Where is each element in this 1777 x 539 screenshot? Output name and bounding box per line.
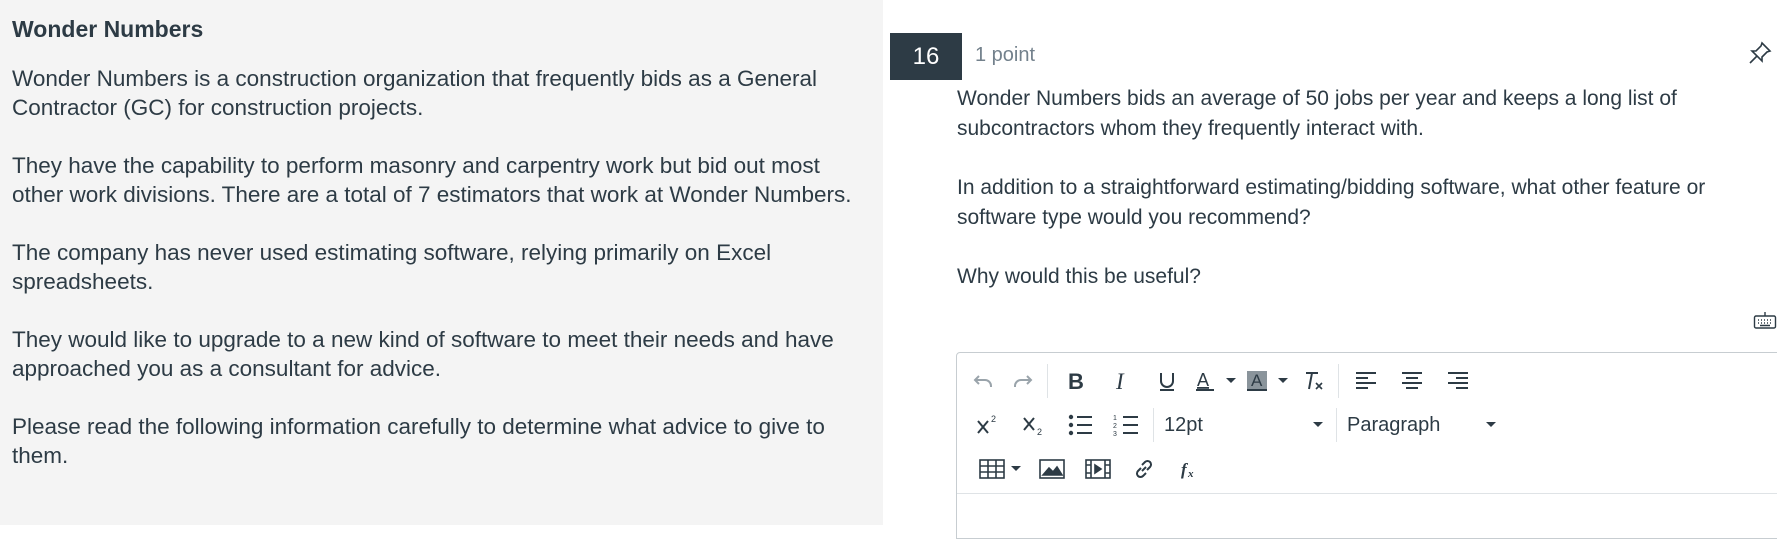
keyboard-shortcuts-icon[interactable] [1753,310,1777,332]
svg-text:2: 2 [1037,427,1042,437]
svg-text:x: x [1187,468,1194,480]
font-size-select[interactable]: 12pt [1158,408,1332,442]
media-icon[interactable] [1075,452,1121,486]
numbered-list-icon[interactable]: 123 [1103,408,1149,442]
svg-text:3: 3 [1113,431,1117,437]
svg-text:2: 2 [1113,423,1117,430]
align-center-icon[interactable] [1389,364,1435,398]
chevron-down-icon [1313,422,1323,427]
font-size-value: 12pt [1164,413,1203,436]
question-number-badge: 16 [890,33,962,80]
redo-icon[interactable] [1003,364,1043,398]
align-right-icon[interactable] [1435,364,1481,398]
svg-text:I: I [1115,370,1125,392]
question-paragraph: Wonder Numbers bids an average of 50 job… [957,87,1677,140]
block-format-select[interactable]: Paragraph [1341,408,1505,442]
bullet-list-icon[interactable] [1057,408,1103,442]
svg-text:2: 2 [991,414,996,424]
toolbar-separator [1338,364,1339,398]
table-icon[interactable] [977,452,1007,486]
question-paragraph: Why would this be useful? [957,265,1201,288]
text-color-dropdown-icon[interactable] [1220,364,1242,398]
image-icon[interactable] [1029,452,1075,486]
background-color-dropdown-icon[interactable] [1272,364,1294,398]
svg-text:A: A [1197,370,1209,390]
chevron-down-icon [1486,422,1496,427]
background-color-icon[interactable]: A [1242,364,1272,398]
question-points: 1 point [975,44,1036,66]
toolbar-row-1: B I A A [957,361,1481,401]
passage-paragraph: The company has never used estimating so… [12,240,772,294]
equation-icon[interactable]: fx [1167,452,1213,486]
question-paragraph: In addition to a straightforward estimat… [957,176,1706,229]
passage-paragraph: Wonder Numbers is a construction organiz… [12,66,818,120]
passage-pane: Wonder Numbers Wonder Numbers is a const… [0,0,883,525]
underline-icon[interactable] [1144,364,1190,398]
passage-paragraph: Please read the following information ca… [12,414,825,468]
svg-text:B: B [1068,370,1084,392]
question-text: Wonder Numbers bids an average of 50 job… [957,84,1772,321]
bold-icon[interactable]: B [1052,364,1098,398]
svg-text:1: 1 [1113,415,1117,422]
block-format-value: Paragraph [1347,413,1441,436]
passage-title: Wonder Numbers [12,16,204,42]
clear-formatting-icon[interactable] [1294,364,1334,398]
superscript-icon[interactable]: 2 [965,408,1011,442]
table-dropdown-icon[interactable] [1007,452,1025,486]
text-color-icon[interactable]: A [1190,364,1220,398]
editor-content-area[interactable] [957,493,1777,539]
question-pane: 16 1 point Wonder Numbers bids an averag… [883,0,1777,539]
italic-icon[interactable]: I [1098,364,1144,398]
passage-paragraph: They have the capability to perform maso… [12,153,852,207]
toolbar-separator [1153,408,1154,442]
toolbar-row-2: 2 2 123 12pt Paragraph [957,405,1505,445]
align-left-icon[interactable] [1343,364,1389,398]
pin-icon[interactable] [1747,40,1773,66]
toolbar-separator [1336,408,1337,442]
passage-paragraph: They would like to upgrade to a new kind… [12,327,834,381]
svg-text:A: A [1251,371,1263,390]
rich-text-editor: B I A A 2 2 1 2 3 12pt Paragraph f x [956,352,1777,539]
subscript-icon[interactable]: 2 [1011,408,1057,442]
toolbar-row-3: fx [957,449,1213,489]
link-icon[interactable] [1121,452,1167,486]
undo-icon[interactable] [963,364,1003,398]
toolbar-separator [1047,364,1048,398]
